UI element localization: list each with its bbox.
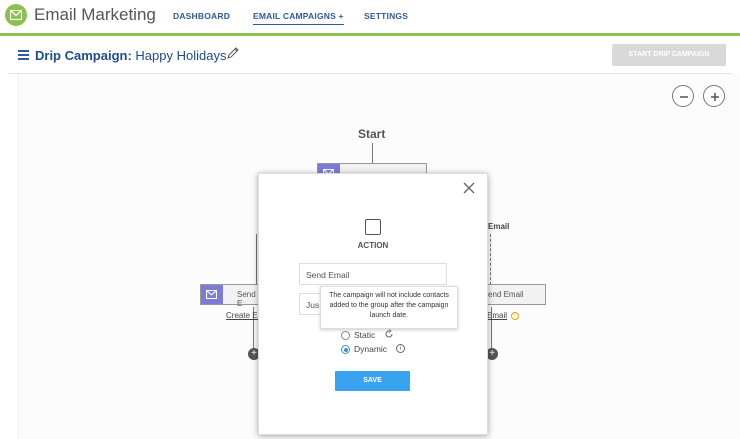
right-branch-line	[490, 234, 491, 285]
connector-line	[372, 143, 373, 164]
minus-icon	[680, 96, 688, 98]
envelope-icon	[10, 10, 22, 20]
campaign-name: Happy Holidays	[135, 48, 227, 63]
plus-icon	[711, 93, 719, 101]
node-label: end Email	[488, 290, 524, 299]
app-title: Email Marketing	[34, 5, 156, 24]
action-type-field[interactable]: Send Email	[299, 263, 447, 285]
nav-dashboard[interactable]: DASHBOARD	[173, 11, 230, 21]
group-type-tooltip: The campaign will not include contacts a…	[320, 286, 458, 329]
left-branch-line	[256, 234, 257, 285]
radio-button[interactable]	[341, 345, 350, 354]
envelope-icon	[206, 290, 217, 299]
radio-label: Static	[354, 330, 376, 340]
zoom-out-button[interactable]	[672, 85, 694, 107]
top-navbar: Email Marketing DASHBOARD EMAIL CAMPAIGN…	[0, 0, 740, 36]
right-branch-label: Email	[488, 222, 510, 231]
start-drip-campaign-button[interactable]: START DRIP CAMPAIGN	[612, 44, 726, 66]
save-button[interactable]: SAVE	[335, 371, 410, 391]
start-node-label: Start	[358, 127, 386, 141]
zoom-in-button[interactable]	[703, 85, 725, 107]
right-email-link[interactable]: Email	[487, 311, 507, 320]
close-icon[interactable]	[463, 182, 475, 194]
right-send-email-node[interactable]: end Email	[487, 284, 546, 305]
nav-email-campaigns[interactable]: EMAIL CAMPAIGNS +	[253, 11, 344, 25]
campaign-title: Drip Campaign: Happy Holidays	[35, 48, 226, 63]
action-heading: ACTION	[357, 241, 389, 250]
info-icon[interactable]: i	[396, 344, 405, 353]
nav-settings[interactable]: SETTINGS	[364, 11, 408, 21]
pencil-icon[interactable]	[226, 46, 240, 60]
action-modal: ACTION Send Email Jus The campaign will …	[258, 173, 488, 435]
node-icon-box	[201, 285, 223, 304]
app-logo[interactable]	[5, 4, 27, 26]
campaign-type-label: Drip Campaign:	[35, 48, 132, 63]
refresh-icon[interactable]	[384, 329, 394, 339]
campaign-header: Drip Campaign: Happy Holidays START DRIP…	[8, 38, 732, 74]
hamburger-menu-icon[interactable]	[18, 50, 29, 60]
radio-label: Dynamic	[354, 344, 388, 354]
node-label: Send E	[237, 290, 256, 308]
warning-icon: !	[511, 312, 519, 320]
action-square-icon	[365, 219, 381, 235]
left-send-email-node[interactable]: Send E	[200, 284, 260, 308]
radio-button[interactable]	[341, 331, 350, 340]
